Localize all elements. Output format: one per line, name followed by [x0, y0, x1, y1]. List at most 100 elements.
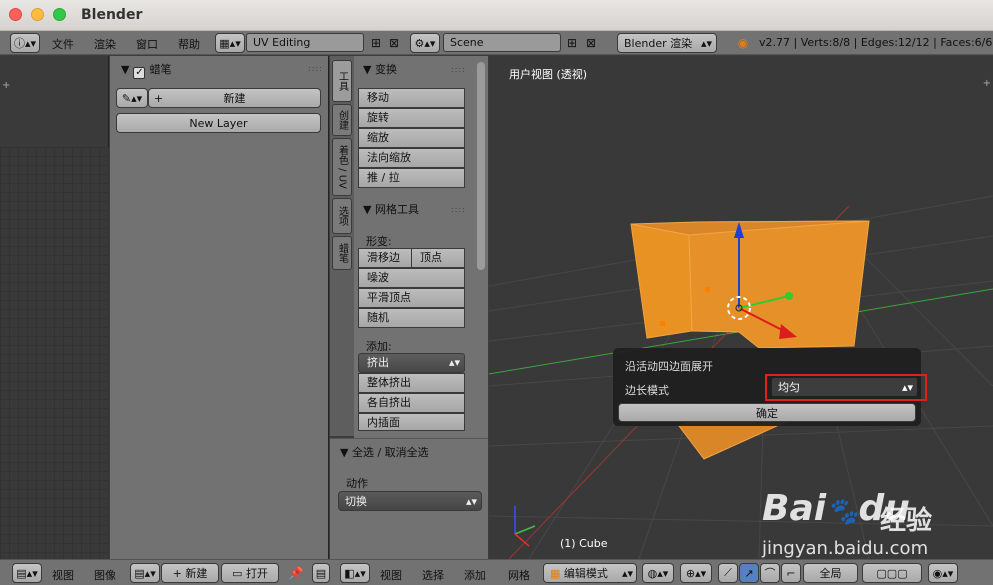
maximize-window-button[interactable]	[53, 8, 66, 21]
inset-faces-button[interactable]: 内插面	[358, 413, 465, 431]
expand-panel-icon[interactable]: +	[983, 78, 991, 89]
watermark-url: jingyan.baidu.com	[762, 538, 929, 559]
image-slot-icon[interactable]: ▤	[312, 563, 330, 583]
viewport-menu-view[interactable]: 视图	[380, 567, 402, 583]
scene-stats: v2.77 | Verts:8/8 | Edges:12/12 | Faces:…	[759, 36, 993, 49]
proportional-edit-icon[interactable]: ◉▴▾	[928, 563, 958, 583]
viewport-scene	[489, 195, 993, 559]
menu-render[interactable]: 渲染	[94, 36, 116, 52]
noise-button[interactable]: 噪波	[358, 268, 465, 288]
manipulator-icon[interactable]: ⟋	[718, 563, 738, 583]
info-icon: ⓘ▴▾	[13, 37, 37, 50]
remove-layout-icon[interactable]: ⊠	[385, 34, 403, 52]
menu-help[interactable]: 帮助	[178, 36, 200, 52]
scene-field[interactable]: Scene	[443, 33, 561, 52]
render-engine-dropdown[interactable]: Blender 渲染 ▴▾	[617, 33, 717, 53]
randomize-button[interactable]: 随机	[358, 308, 465, 328]
popup-title: 沿活动四边面展开	[625, 360, 713, 373]
scene-icon[interactable]: ⚙▴▾	[410, 33, 440, 53]
screen-layout-field[interactable]: UV Editing	[246, 33, 364, 52]
menu-file[interactable]: 文件	[52, 36, 74, 52]
tab-tools[interactable]: 工具	[332, 60, 352, 102]
move-button[interactable]: 移动	[358, 88, 465, 108]
uv-grid[interactable]	[0, 147, 109, 559]
operator-panel: ▼ 全选 / 取消全选 动作 切换 ▴▾	[330, 438, 488, 559]
close-window-button[interactable]	[9, 8, 22, 21]
action-label: 动作	[346, 477, 368, 490]
pencil-icon[interactable]: ✎▴▾	[116, 88, 148, 108]
tab-shading-uv[interactable]: 着色 / UV	[332, 138, 352, 196]
expand-panel-icon[interactable]: +	[2, 80, 10, 91]
tab-create[interactable]: 创建	[332, 104, 352, 136]
drag-handle-icon[interactable]: ::::	[451, 205, 466, 214]
remove-scene-icon[interactable]: ⊠	[582, 34, 600, 52]
tab-grease-pencil[interactable]: 蜡笔	[332, 236, 352, 270]
uv-menu-view[interactable]: 视图	[52, 567, 74, 583]
push-pull-button[interactable]: 推 / 拉	[358, 168, 465, 188]
mini-y-axis	[514, 525, 536, 535]
folder-icon: ▭	[232, 566, 246, 580]
blender-logo-icon: ◉	[737, 36, 749, 50]
viewport-menu-select[interactable]: 选择	[422, 567, 444, 583]
drag-handle-icon[interactable]: ::::	[308, 64, 323, 73]
image-browse-icon[interactable]: ▤▴▾	[130, 563, 160, 583]
edge-mode-dropdown[interactable]: 均匀 ▴▾	[771, 377, 918, 397]
transform-orientation-dropdown[interactable]: 全局	[803, 563, 858, 583]
mode-dropdown[interactable]: ▦ 编辑模式 ▴▾	[543, 563, 637, 583]
slide-edge-button[interactable]: 滑移边	[358, 248, 412, 268]
minimize-window-button[interactable]	[31, 8, 44, 21]
open-image-button[interactable]: ▭ 打开	[221, 563, 279, 583]
extrude-region-button[interactable]: 整体挤出	[358, 373, 465, 393]
editor-type-selector[interactable]: ⓘ▴▾	[10, 33, 40, 53]
checkbox-icon[interactable]: ✓	[133, 67, 146, 79]
plus-icon: +	[154, 91, 164, 105]
viewport-menu-mesh[interactable]: 网格	[508, 567, 530, 583]
pivot-dropdown[interactable]: ⊕▴▾	[680, 563, 712, 583]
new-image-button[interactable]: + 新建	[161, 563, 219, 583]
vertex-dot	[705, 287, 710, 292]
toolshelf-scrollbar[interactable]	[477, 62, 485, 270]
edge-mode-label: 边长模式	[625, 384, 669, 397]
window-titlebar: Blender	[0, 0, 993, 31]
shrink-fatten-button[interactable]: 法向缩放	[358, 148, 465, 168]
add-layout-icon[interactable]: ⊞	[367, 34, 385, 52]
uv-menu-image[interactable]: 图像	[94, 567, 116, 583]
scale-manipulator-icon[interactable]: ⌐	[781, 563, 801, 583]
uv-editor-type-icon[interactable]: ▤▴▾	[12, 563, 42, 583]
extrude-individual-button[interactable]: 各自挤出	[358, 393, 465, 413]
plus-icon: +	[172, 566, 186, 580]
new-layer-button[interactable]: New Layer	[116, 113, 321, 133]
select-mode-buttons[interactable]: ▢▢▢	[862, 563, 922, 583]
info-header: ⓘ▴▾ 文件 渲染 窗口 帮助 ▦▴▾ UV Editing ⊞ ⊠ ⚙▴▾ S…	[0, 31, 993, 55]
translate-manipulator-icon[interactable]: ↗	[739, 563, 759, 583]
drag-handle-icon[interactable]: ::::	[451, 65, 466, 74]
action-dropdown[interactable]: 切换 ▴▾	[338, 491, 482, 511]
edit-mode-icon: ▦	[550, 566, 564, 580]
viewport-menu-add[interactable]: 添加	[464, 567, 486, 583]
active-object-label: (1) Cube	[560, 537, 608, 550]
slide-vertex-button[interactable]: 顶点	[411, 248, 465, 268]
dropdown-arrows-icon: ▴▾	[901, 380, 913, 394]
vertex-dot	[660, 321, 665, 326]
transform-panel-header[interactable]: ▼ 变换	[363, 61, 397, 77]
operator-panel-header[interactable]: ▼ 全选 / 取消全选	[340, 444, 429, 460]
extrude-dropdown[interactable]: 挤出 ▴▾	[358, 353, 465, 373]
add-scene-icon[interactable]: ⊞	[563, 34, 581, 52]
pin-icon[interactable]: 📌	[287, 564, 305, 582]
menu-window[interactable]: 窗口	[136, 36, 158, 52]
screen-layout-icon[interactable]: ▦▴▾	[215, 33, 245, 53]
mesh-tools-panel-header[interactable]: ▼ 网格工具	[363, 201, 419, 217]
3d-viewport[interactable]: 用户视图 (透视) (1) Cube +	[489, 56, 993, 559]
smooth-vertex-button[interactable]: 平滑顶点	[358, 288, 465, 308]
grease-pencil-header[interactable]: ▼ ✓ 蜡笔	[121, 61, 171, 79]
new-grease-pencil-button[interactable]: + 新建	[148, 88, 321, 108]
paw-icon: 🐾	[826, 497, 859, 527]
rotate-button[interactable]: 旋转	[358, 108, 465, 128]
tab-options[interactable]: 选项	[332, 198, 352, 234]
shading-dropdown[interactable]: ◍▴▾	[642, 563, 674, 583]
viewport-editor-type-icon[interactable]: ◧▴▾	[340, 563, 370, 583]
rotate-manipulator-icon[interactable]: ⌒	[760, 563, 780, 583]
scale-button[interactable]: 缩放	[358, 128, 465, 148]
confirm-button[interactable]: 确定	[618, 403, 916, 422]
window-title: Blender	[81, 7, 143, 23]
